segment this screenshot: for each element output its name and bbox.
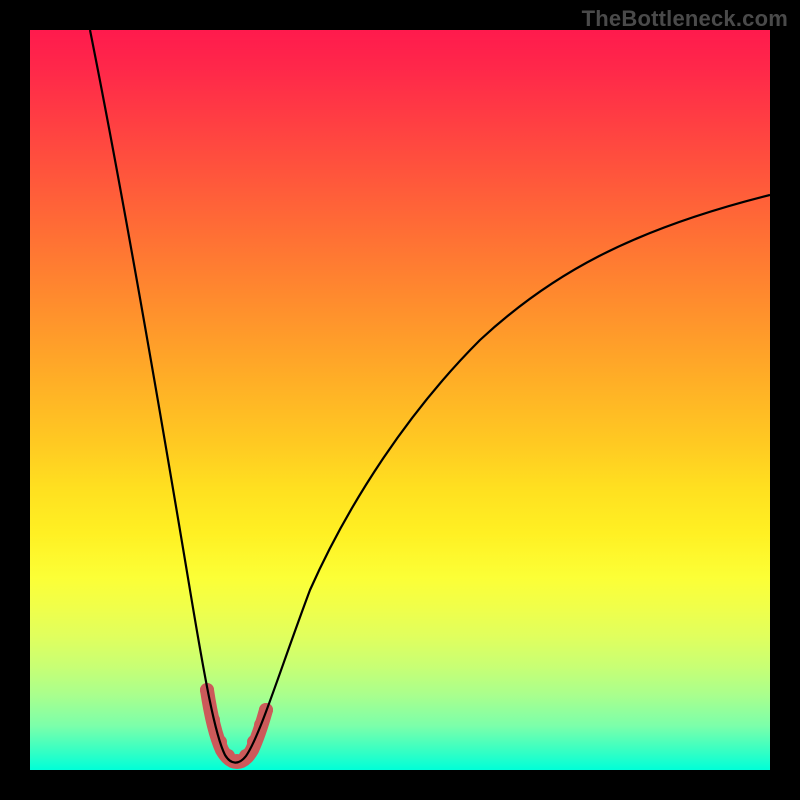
- bottleneck-curve: [90, 30, 770, 763]
- highlight-beads: [200, 683, 273, 768]
- curve-layer: [30, 30, 770, 770]
- plot-area: [30, 30, 770, 770]
- watermark-text: TheBottleneck.com: [582, 6, 788, 32]
- chart-frame: TheBottleneck.com: [0, 0, 800, 800]
